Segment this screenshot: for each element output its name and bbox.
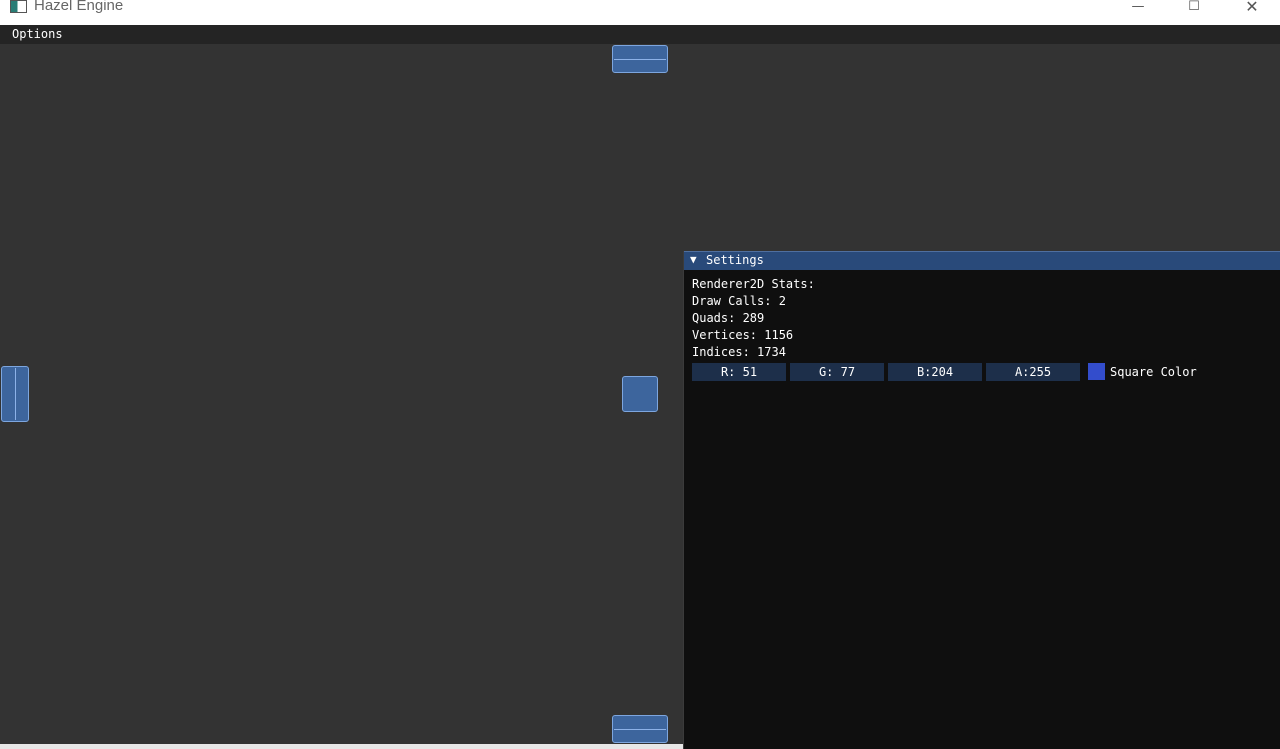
menu-bar: Options	[0, 25, 1280, 44]
bottom-edge-strip	[0, 744, 684, 749]
square-color-label: Square Color	[1110, 365, 1197, 379]
dock-left-icon[interactable]	[1, 366, 29, 422]
minimize-icon[interactable]: —	[1110, 0, 1166, 14]
square-color-swatch[interactable]	[1088, 363, 1105, 380]
settings-header[interactable]: ▼ Settings	[684, 251, 1280, 270]
dock-bottom-icon[interactable]	[612, 715, 668, 743]
dock-center-icon[interactable]	[622, 376, 658, 412]
close-icon[interactable]: ✕	[1224, 0, 1280, 15]
alpha-channel-field[interactable]: A:255	[986, 363, 1080, 381]
settings-window[interactable]: ▼ Settings Renderer2D Stats: Draw Calls:…	[683, 251, 1280, 749]
renderer-stats-heading: Renderer2D Stats:	[692, 277, 815, 291]
window-title: Hazel Engine	[34, 0, 124, 14]
draw-calls-stat: Draw Calls: 2	[692, 294, 786, 308]
title-bar: Hazel Engine — ☐ ✕	[0, 0, 1280, 25]
blue-channel-field[interactable]: B:204	[888, 363, 982, 381]
quads-stat: Quads: 289	[692, 311, 765, 325]
settings-title: Settings	[706, 253, 764, 267]
green-channel-field[interactable]: G: 77	[790, 363, 884, 381]
collapse-arrow-icon[interactable]: ▼	[690, 253, 697, 266]
app-window-icon	[10, 0, 27, 13]
options-menu[interactable]: Options	[12, 27, 63, 41]
vertices-stat: Vertices: 1156	[692, 328, 794, 342]
maximize-icon[interactable]: ☐	[1166, 0, 1222, 14]
red-channel-field[interactable]: R: 51	[692, 363, 786, 381]
dock-top-icon[interactable]	[612, 45, 668, 73]
indices-stat: Indices: 1734	[692, 345, 786, 359]
